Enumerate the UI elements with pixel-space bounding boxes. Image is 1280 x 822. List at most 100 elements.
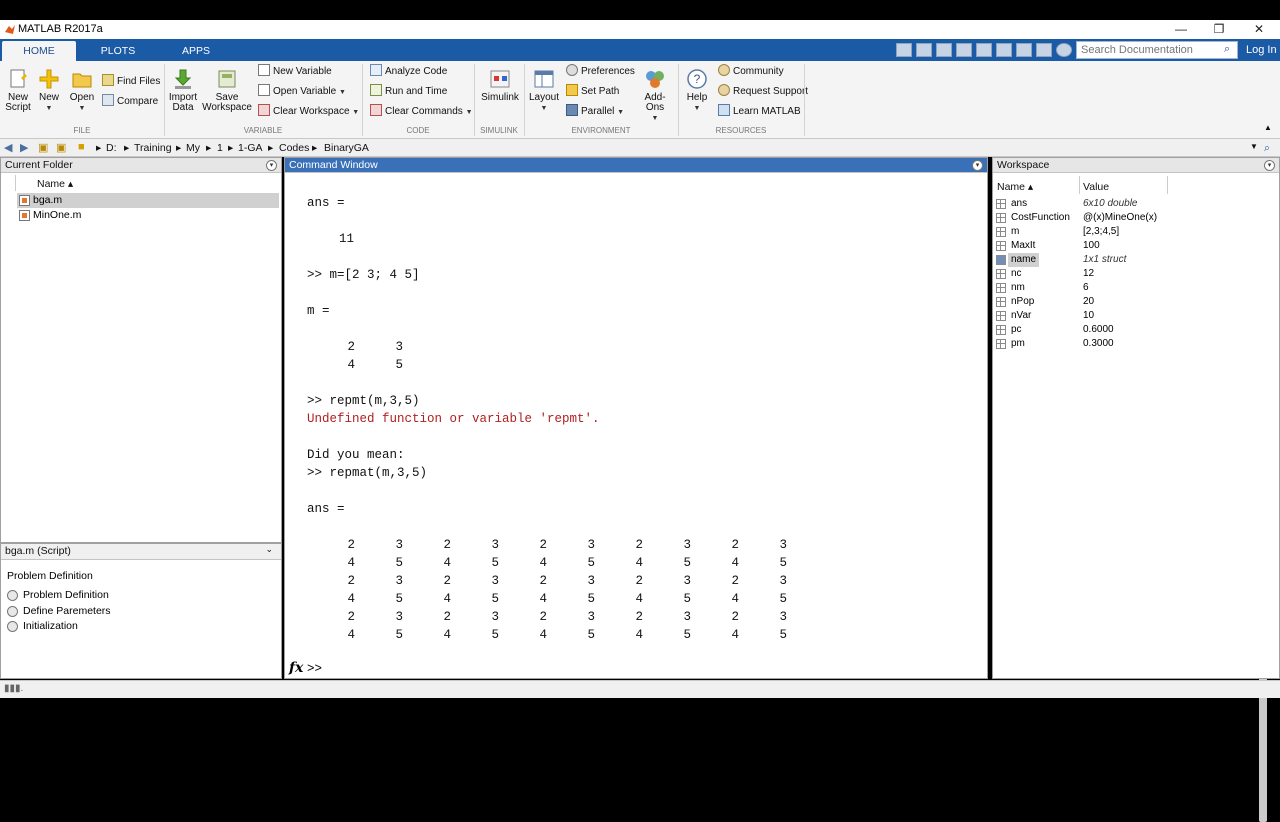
- preferences-button[interactable]: Preferences: [566, 64, 635, 80]
- variable-value: 6: [1083, 282, 1089, 293]
- matrix-cell: 4: [443, 628, 451, 642]
- tab-plots[interactable]: PLOTS: [82, 41, 154, 61]
- workspace-row-pc[interactable]: pc 0.6000: [995, 323, 1275, 337]
- matrix-cell: 4: [347, 358, 355, 372]
- workspace-row-m[interactable]: m [2,3;4,5]: [995, 225, 1275, 239]
- forward-arrow-icon[interactable]: ▶: [20, 141, 28, 154]
- path-segment[interactable]: My: [186, 142, 200, 154]
- panel-options-icon[interactable]: ▾: [1264, 160, 1275, 171]
- login-link[interactable]: Log In: [1246, 44, 1277, 56]
- switch-windows-icon[interactable]: [1036, 43, 1052, 57]
- up-folder-icon[interactable]: ▣: [38, 141, 48, 154]
- workspace-row-npop[interactable]: nPop 20: [995, 295, 1275, 309]
- name-column-header[interactable]: Name ▴: [997, 181, 1033, 193]
- path-segment[interactable]: D:: [106, 142, 117, 154]
- workspace-row-nm[interactable]: nm 6: [995, 281, 1275, 295]
- quick-access-icon[interactable]: [896, 43, 912, 57]
- name-column-header[interactable]: Name ▴: [37, 178, 73, 190]
- import-data-button[interactable]: Import Data: [168, 68, 198, 113]
- open-label: Open: [69, 92, 95, 103]
- open-button[interactable]: Open ▼: [68, 68, 96, 114]
- paste-quick-icon[interactable]: [976, 43, 992, 57]
- matrix-cell: 4: [635, 628, 643, 642]
- value-column-header[interactable]: Value: [1083, 181, 1109, 193]
- path-segment[interactable]: BinaryGA: [324, 142, 369, 154]
- analyze-code-button[interactable]: Analyze Code: [370, 64, 447, 80]
- command-prompt[interactable]: >>: [307, 662, 322, 676]
- copy-quick-icon[interactable]: [956, 43, 972, 57]
- path-segment[interactable]: Codes: [279, 142, 309, 154]
- matrix-cell: 5: [683, 556, 691, 570]
- path-segment[interactable]: 1-GA: [238, 142, 263, 154]
- chevron-down-icon[interactable]: ⌄: [265, 544, 273, 555]
- matrix-cell: 4: [539, 628, 547, 642]
- tab-apps[interactable]: APPS: [160, 41, 232, 61]
- workspace-row-pm[interactable]: pm 0.3000: [995, 337, 1275, 351]
- file-item-minone[interactable]: MinOne.m: [17, 208, 279, 223]
- find-files-icon: [102, 74, 114, 86]
- workspace-row-name[interactable]: name 1x1 struct: [995, 253, 1275, 267]
- add-ons-button[interactable]: Add-Ons ▼: [636, 68, 674, 124]
- run-and-time-button[interactable]: Run and Time: [370, 84, 447, 100]
- matrix-cell: 4: [539, 592, 547, 606]
- restore-icon[interactable]: ❐: [1204, 21, 1234, 38]
- section-item[interactable]: Define Paremeters: [7, 604, 111, 619]
- command-window[interactable]: Command Window ▾ ans = 11 >> m=[2 3; 4 5]…: [284, 157, 1267, 822]
- search-documentation-input[interactable]: [1076, 41, 1238, 59]
- matrix-cell: 2: [635, 610, 643, 624]
- matrix-cell: 2: [539, 538, 547, 552]
- new-script-button[interactable]: New Script: [4, 68, 32, 113]
- parallel-button[interactable]: Parallel ▼: [566, 104, 624, 120]
- matrix-cell: 3: [491, 574, 499, 588]
- path-dropdown-icon[interactable]: ▼: [1250, 142, 1258, 151]
- help-button[interactable]: ? Help ▼: [684, 68, 710, 114]
- path-segment[interactable]: 1: [217, 142, 223, 154]
- layout-button[interactable]: Layout ▼: [528, 68, 560, 114]
- simulink-label: Simulink: [481, 92, 519, 103]
- learn-matlab-button[interactable]: Learn MATLAB: [718, 104, 801, 120]
- details-title: bga.m (Script) ⌄: [1, 544, 281, 560]
- file-item-bga[interactable]: bga.m: [17, 193, 279, 208]
- save-quick-icon[interactable]: [916, 43, 932, 57]
- cut-quick-icon[interactable]: [936, 43, 952, 57]
- find-files-button[interactable]: Find Files: [102, 74, 160, 90]
- workspace-row-nvar[interactable]: nVar 10: [995, 309, 1275, 323]
- section-item[interactable]: Problem Definition: [7, 588, 109, 603]
- section-item[interactable]: Initialization: [7, 619, 78, 634]
- redo-quick-icon[interactable]: [1016, 43, 1032, 57]
- close-icon[interactable]: ✕: [1244, 21, 1274, 38]
- new-variable-button[interactable]: New Variable: [258, 64, 332, 80]
- request-support-button[interactable]: Request Support: [718, 84, 808, 100]
- search-folder-icon[interactable]: ⌕: [1264, 142, 1270, 155]
- search-icon[interactable]: ⌕: [1224, 43, 1230, 56]
- panel-options-icon[interactable]: ▾: [266, 160, 277, 171]
- tab-home[interactable]: HOME: [2, 41, 76, 61]
- variable-value: [2,3;4,5]: [1083, 226, 1120, 237]
- matrix-cell: 2: [731, 610, 739, 624]
- workspace-row-costfunction[interactable]: CostFunction @(x)MineOne(x): [995, 211, 1275, 225]
- simulink-button[interactable]: Simulink: [480, 68, 520, 103]
- help-quick-icon[interactable]: [1056, 43, 1072, 57]
- community-button[interactable]: Community: [718, 64, 784, 80]
- collapse-toolstrip-icon[interactable]: ▲: [1264, 120, 1272, 136]
- suggested-command[interactable]: >> repmat(m,3,5): [307, 465, 427, 481]
- minimize-icon[interactable]: —: [1166, 21, 1196, 38]
- workspace-row-ans[interactable]: ans 6x10 double: [995, 197, 1275, 211]
- workspace-row-nc[interactable]: nc 12: [995, 267, 1275, 281]
- fx-icon[interactable]: fx: [289, 660, 303, 676]
- clear-commands-button[interactable]: Clear Commands ▼: [370, 104, 473, 120]
- new-button[interactable]: New ▼: [36, 68, 62, 114]
- browse-folder-icon[interactable]: ▣: [56, 141, 66, 154]
- compare-button[interactable]: Compare: [102, 94, 158, 110]
- undo-quick-icon[interactable]: [996, 43, 1012, 57]
- back-arrow-icon[interactable]: ◀: [4, 141, 12, 154]
- save-workspace-button[interactable]: Save Workspace: [202, 68, 252, 113]
- section-label: Initialization: [23, 620, 78, 632]
- panel-options-icon[interactable]: ▾: [972, 160, 983, 171]
- workspace-row-maxit[interactable]: MaxIt 100: [995, 239, 1275, 253]
- clear-workspace-button[interactable]: Clear Workspace ▼: [258, 104, 359, 120]
- set-path-button[interactable]: Set Path: [566, 84, 619, 100]
- path-segment[interactable]: Training: [134, 142, 172, 154]
- title-bar: MATLAB R2017a — ❐ ✕: [0, 20, 1280, 39]
- open-variable-button[interactable]: Open Variable ▼: [258, 84, 346, 100]
